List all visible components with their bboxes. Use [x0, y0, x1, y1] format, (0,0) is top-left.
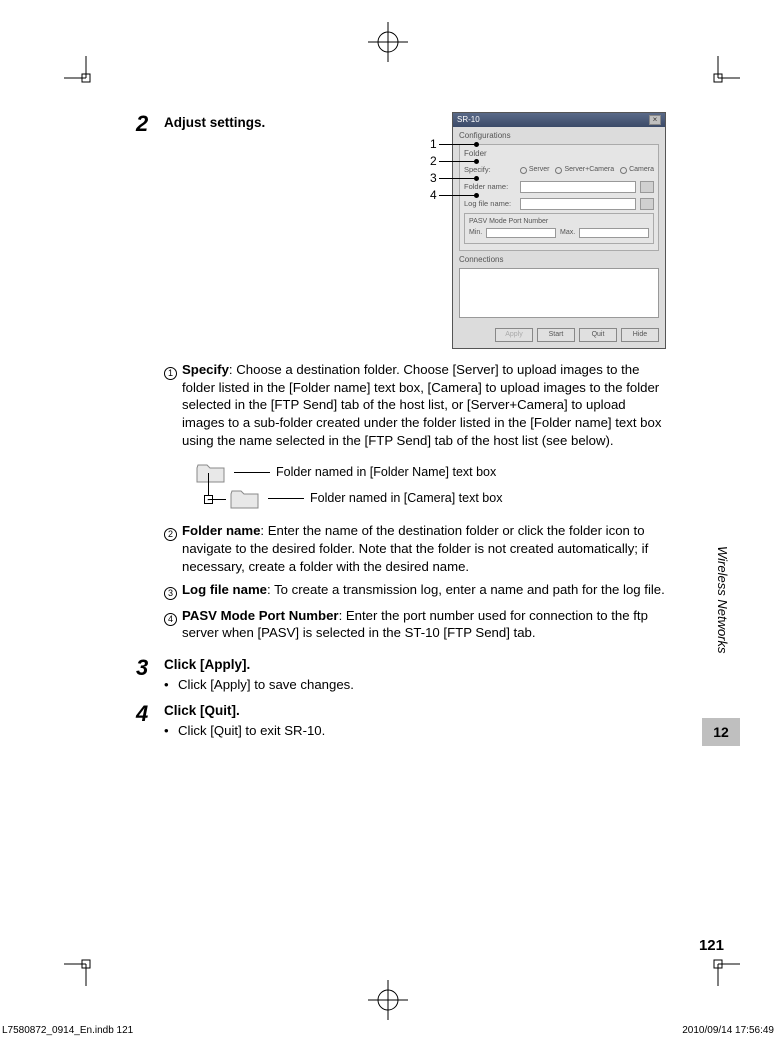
item-specify: 1 Specify: Choose a destination folder. …	[164, 361, 666, 450]
tree-label-2: Folder named in [Camera] text box	[310, 490, 502, 507]
hide-button[interactable]: Hide	[621, 328, 659, 342]
folder-icon	[230, 488, 260, 510]
radio-server-camera[interactable]	[555, 167, 562, 174]
tree-minus-icon: -	[204, 495, 213, 504]
pasv-min-label: Min.	[469, 228, 482, 237]
foldername-browse-button[interactable]	[640, 181, 654, 193]
item-4-bold: PASV Mode Port Number	[182, 608, 339, 623]
item-2-bold: Folder name	[182, 523, 260, 538]
dialog-screenshot: 1 2 3 4 SR-10 × Configurations	[452, 112, 666, 349]
logfile-browse-button[interactable]	[640, 198, 654, 210]
registration-mark-top	[368, 22, 408, 62]
item-foldername: 2 Folder name: Enter the name of the des…	[164, 522, 666, 575]
crop-mark-bl	[64, 956, 94, 986]
dialog-title-text: SR-10	[457, 115, 480, 126]
crop-mark-br	[710, 956, 740, 986]
folder-icon	[196, 462, 226, 484]
callout-4: 4	[430, 187, 437, 204]
circle-2: 2	[164, 528, 177, 541]
tree-label-1: Folder named in [Folder Name] text box	[276, 464, 496, 481]
connections-list	[459, 268, 659, 318]
pasv-min-input[interactable]	[486, 228, 556, 238]
circle-3: 3	[164, 587, 177, 600]
step-4-title: Click [Quit].	[164, 702, 666, 720]
item-3-bold: Log file name	[182, 582, 267, 597]
close-icon[interactable]: ×	[649, 115, 661, 125]
radio-camera[interactable]	[620, 167, 627, 174]
footer-filename: L7580872_0914_En.indb 121	[2, 1025, 133, 1036]
pasv-max-input[interactable]	[579, 228, 649, 238]
sr10-dialog: SR-10 × Configurations Folder Specify: S…	[452, 112, 666, 349]
pasv-max-label: Max.	[560, 228, 575, 237]
foldername-input[interactable]	[520, 181, 636, 193]
logfile-input[interactable]	[520, 198, 636, 210]
crop-mark-tr	[710, 56, 740, 86]
folder-group-label: Folder	[464, 149, 654, 160]
item-logfile: 3 Log file name: To create a transmissio…	[164, 581, 666, 600]
callout-numbers: 1 2 3 4	[430, 136, 477, 204]
step-2: 2 Adjust settings. 1 2 3 4 SR-10 ×	[136, 112, 666, 648]
crop-mark-tl	[64, 56, 94, 86]
callout-2: 2	[430, 153, 437, 170]
specify-radios[interactable]: Server Server+Camera Camera	[520, 165, 654, 174]
circle-4: 4	[164, 613, 177, 626]
callout-1: 1	[430, 136, 437, 153]
item-3-text: : To create a transmission log, enter a …	[267, 582, 665, 597]
item-1-text: : Choose a destination folder. Choose [S…	[182, 362, 661, 448]
radio-server[interactable]	[520, 167, 527, 174]
folder-tree-diagram: Folder named in [Folder Name] text box -…	[196, 460, 666, 512]
step-4-number: 4	[136, 702, 164, 725]
pasv-label: PASV Mode Port Number	[469, 217, 649, 226]
config-label: Configurations	[459, 131, 659, 142]
callout-3: 3	[430, 170, 437, 187]
page-number: 121	[699, 937, 724, 954]
apply-button[interactable]: Apply	[495, 328, 533, 342]
step-2-number: 2	[136, 112, 164, 135]
section-side-label: Wireless Networks	[715, 530, 730, 670]
step-3-title: Click [Apply].	[164, 656, 666, 674]
step-4-bullet: Click [Quit] to exit SR-10.	[178, 722, 325, 740]
circle-1: 1	[164, 367, 177, 380]
start-button[interactable]: Start	[537, 328, 575, 342]
chapter-tab: 12	[702, 718, 740, 746]
step-4: 4 Click [Quit]. •Click [Quit] to exit SR…	[136, 702, 666, 740]
step-2-title: Adjust settings.	[164, 112, 444, 132]
item-pasv: 4 PASV Mode Port Number: Enter the port …	[164, 607, 666, 643]
registration-mark-bottom	[368, 980, 408, 1020]
quit-button[interactable]: Quit	[579, 328, 617, 342]
step-3: 3 Click [Apply]. •Click [Apply] to save …	[136, 656, 666, 694]
footer-timestamp: 2010/09/14 17:56:49	[682, 1025, 774, 1036]
step-3-number: 3	[136, 656, 164, 679]
item-1-bold: Specify	[182, 362, 229, 377]
step-3-bullet: Click [Apply] to save changes.	[178, 676, 354, 694]
connections-label: Connections	[459, 255, 659, 266]
